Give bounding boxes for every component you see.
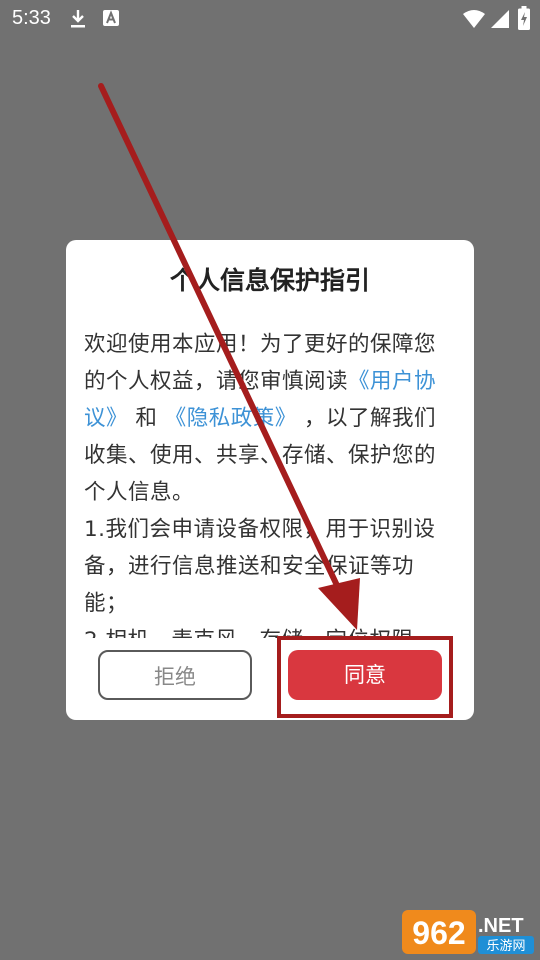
watermark-suffix: .NET — [478, 915, 524, 937]
watermark-logo: 962 .NET 乐游网 — [402, 910, 534, 954]
site-watermark: 962 .NET 乐游网 — [400, 908, 536, 956]
watermark-subtitle: 乐游网 — [486, 939, 525, 954]
watermark-brand: 962 — [412, 915, 465, 951]
annotation-arrow — [98, 83, 360, 630]
